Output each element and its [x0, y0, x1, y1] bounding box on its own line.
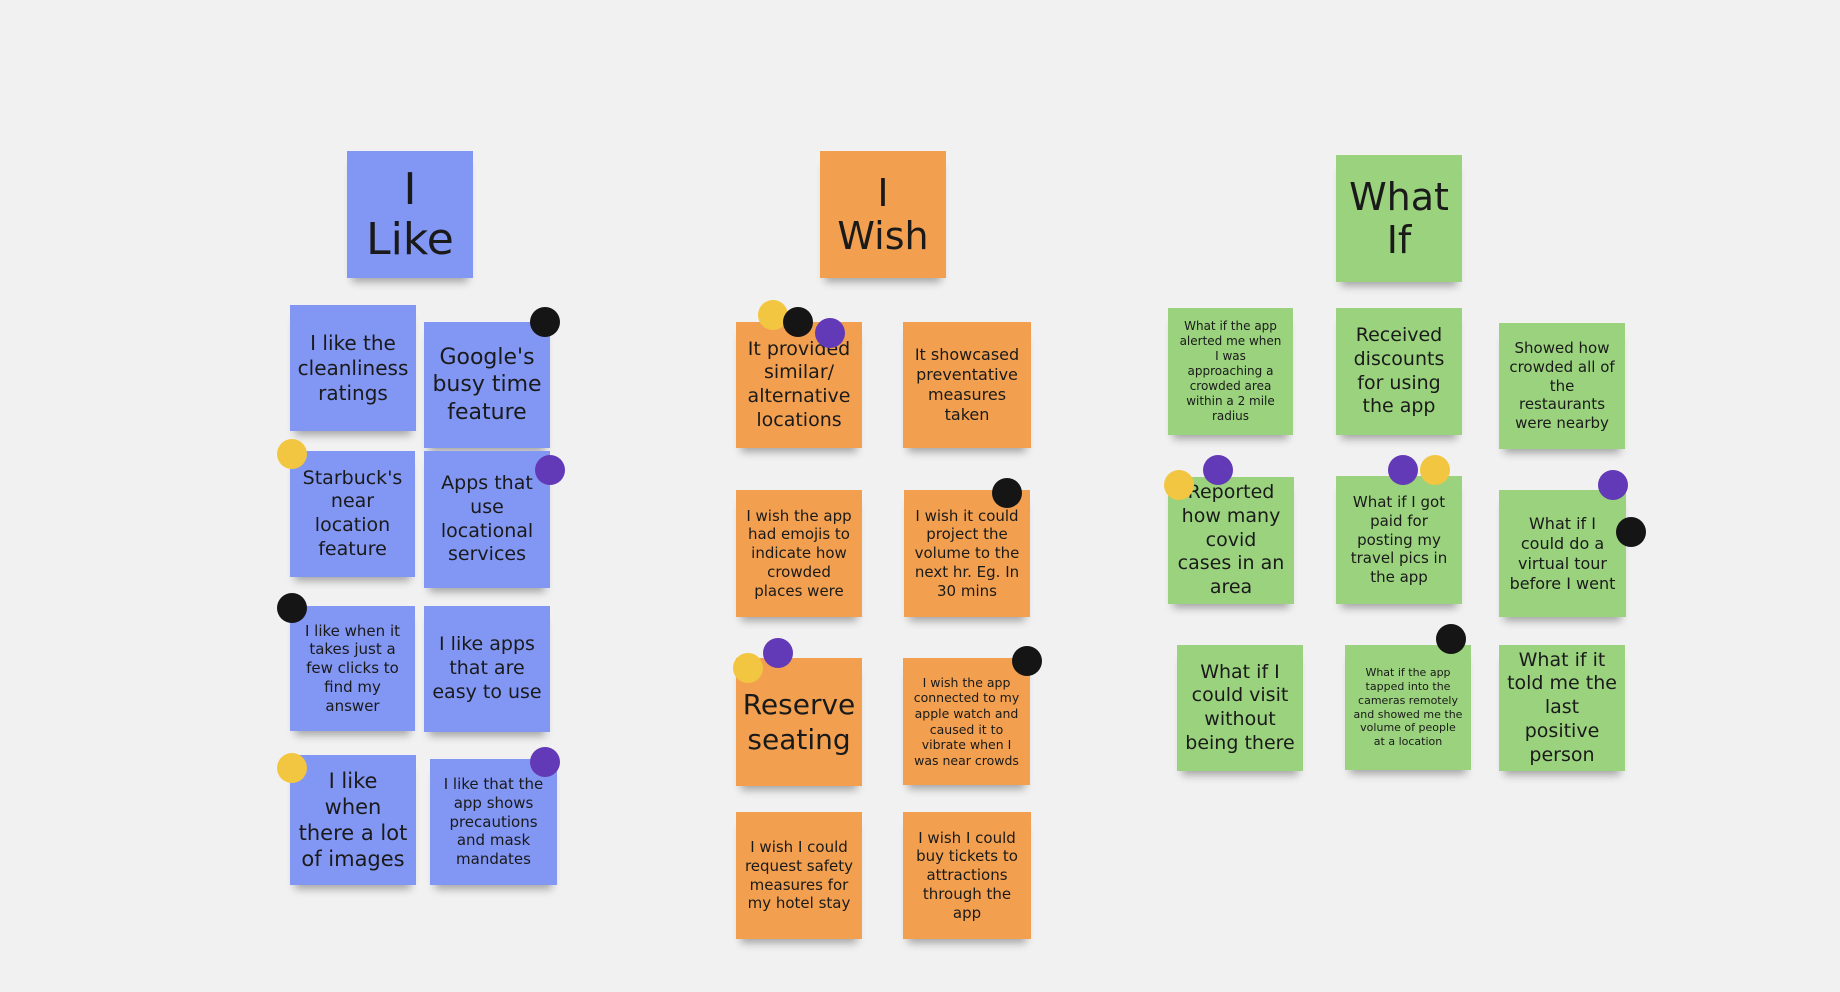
sticky-note[interactable]: I wish it could project the volume to th…	[904, 490, 1030, 617]
sticky-note[interactable]: Apps that use locational services	[424, 451, 550, 588]
header-note-i-wish[interactable]: I Wish	[820, 151, 946, 278]
sticky-note[interactable]: What if the app tapped into the cameras …	[1345, 645, 1471, 770]
vote-dot-purple[interactable]	[815, 318, 845, 348]
vote-dot-yellow[interactable]	[1420, 455, 1450, 485]
vote-dot-purple[interactable]	[535, 455, 565, 485]
sticky-note[interactable]: What if I could do a virtual tour before…	[1499, 490, 1626, 617]
header-note-what-if[interactable]: What If	[1336, 155, 1462, 282]
header-note-i-like[interactable]: I Like	[347, 151, 473, 278]
sticky-note[interactable]: I like when there a lot of images	[290, 755, 416, 885]
vote-dot-purple[interactable]	[1203, 455, 1233, 485]
vote-dot-purple[interactable]	[763, 638, 793, 668]
sticky-note[interactable]: I wish the app connected to my apple wat…	[903, 658, 1030, 785]
sticky-note[interactable]: What if the app alerted me when I was ap…	[1168, 308, 1293, 435]
sticky-note[interactable]: What if I got paid for posting my travel…	[1336, 476, 1462, 604]
vote-dot-purple[interactable]	[1598, 470, 1628, 500]
sticky-note[interactable]: What if I could visit without being ther…	[1177, 645, 1303, 771]
sticky-note[interactable]: I wish I could buy tickets to attraction…	[903, 812, 1031, 939]
vote-dot-purple[interactable]	[1388, 455, 1418, 485]
vote-dot-yellow[interactable]	[277, 439, 307, 469]
vote-dot-purple[interactable]	[530, 747, 560, 777]
sticky-note[interactable]: Starbuck's near location feature	[290, 451, 415, 577]
sticky-note[interactable]: I like that the app shows precautions an…	[430, 759, 557, 885]
vote-dot-black[interactable]	[1436, 624, 1466, 654]
sticky-note[interactable]: Showed how crowded all of the restaurant…	[1499, 323, 1625, 449]
sticky-note[interactable]: It provided similar/ alternative locatio…	[736, 322, 862, 448]
sticky-note[interactable]: What if it told me the last positive per…	[1499, 645, 1625, 771]
vote-dot-black[interactable]	[992, 478, 1022, 508]
vote-dot-black[interactable]	[1616, 517, 1646, 547]
sticky-note[interactable]: I wish the app had emojis to indicate ho…	[736, 490, 862, 617]
sticky-note[interactable]: I like when it takes just a few clicks t…	[290, 606, 415, 731]
vote-dot-black[interactable]	[530, 307, 560, 337]
sticky-note[interactable]: Received discounts for using the app	[1336, 308, 1462, 435]
vote-dot-black[interactable]	[783, 307, 813, 337]
sticky-note[interactable]: I like apps that are easy to use	[424, 606, 550, 732]
vote-dot-yellow[interactable]	[277, 753, 307, 783]
sticky-note[interactable]: I wish I could request safety measures f…	[736, 812, 862, 939]
sticky-note[interactable]: It showcased preventative measures taken	[903, 322, 1031, 448]
sticky-note[interactable]: I like the cleanliness ratings	[290, 305, 416, 431]
vote-dot-black[interactable]	[277, 593, 307, 623]
whiteboard-canvas[interactable]: I Like I like the cleanliness ratings Go…	[0, 0, 1840, 992]
vote-dot-yellow[interactable]	[733, 653, 763, 683]
sticky-note[interactable]: Google's busy time feature	[424, 322, 550, 448]
vote-dot-yellow[interactable]	[1164, 470, 1194, 500]
vote-dot-black[interactable]	[1012, 646, 1042, 676]
